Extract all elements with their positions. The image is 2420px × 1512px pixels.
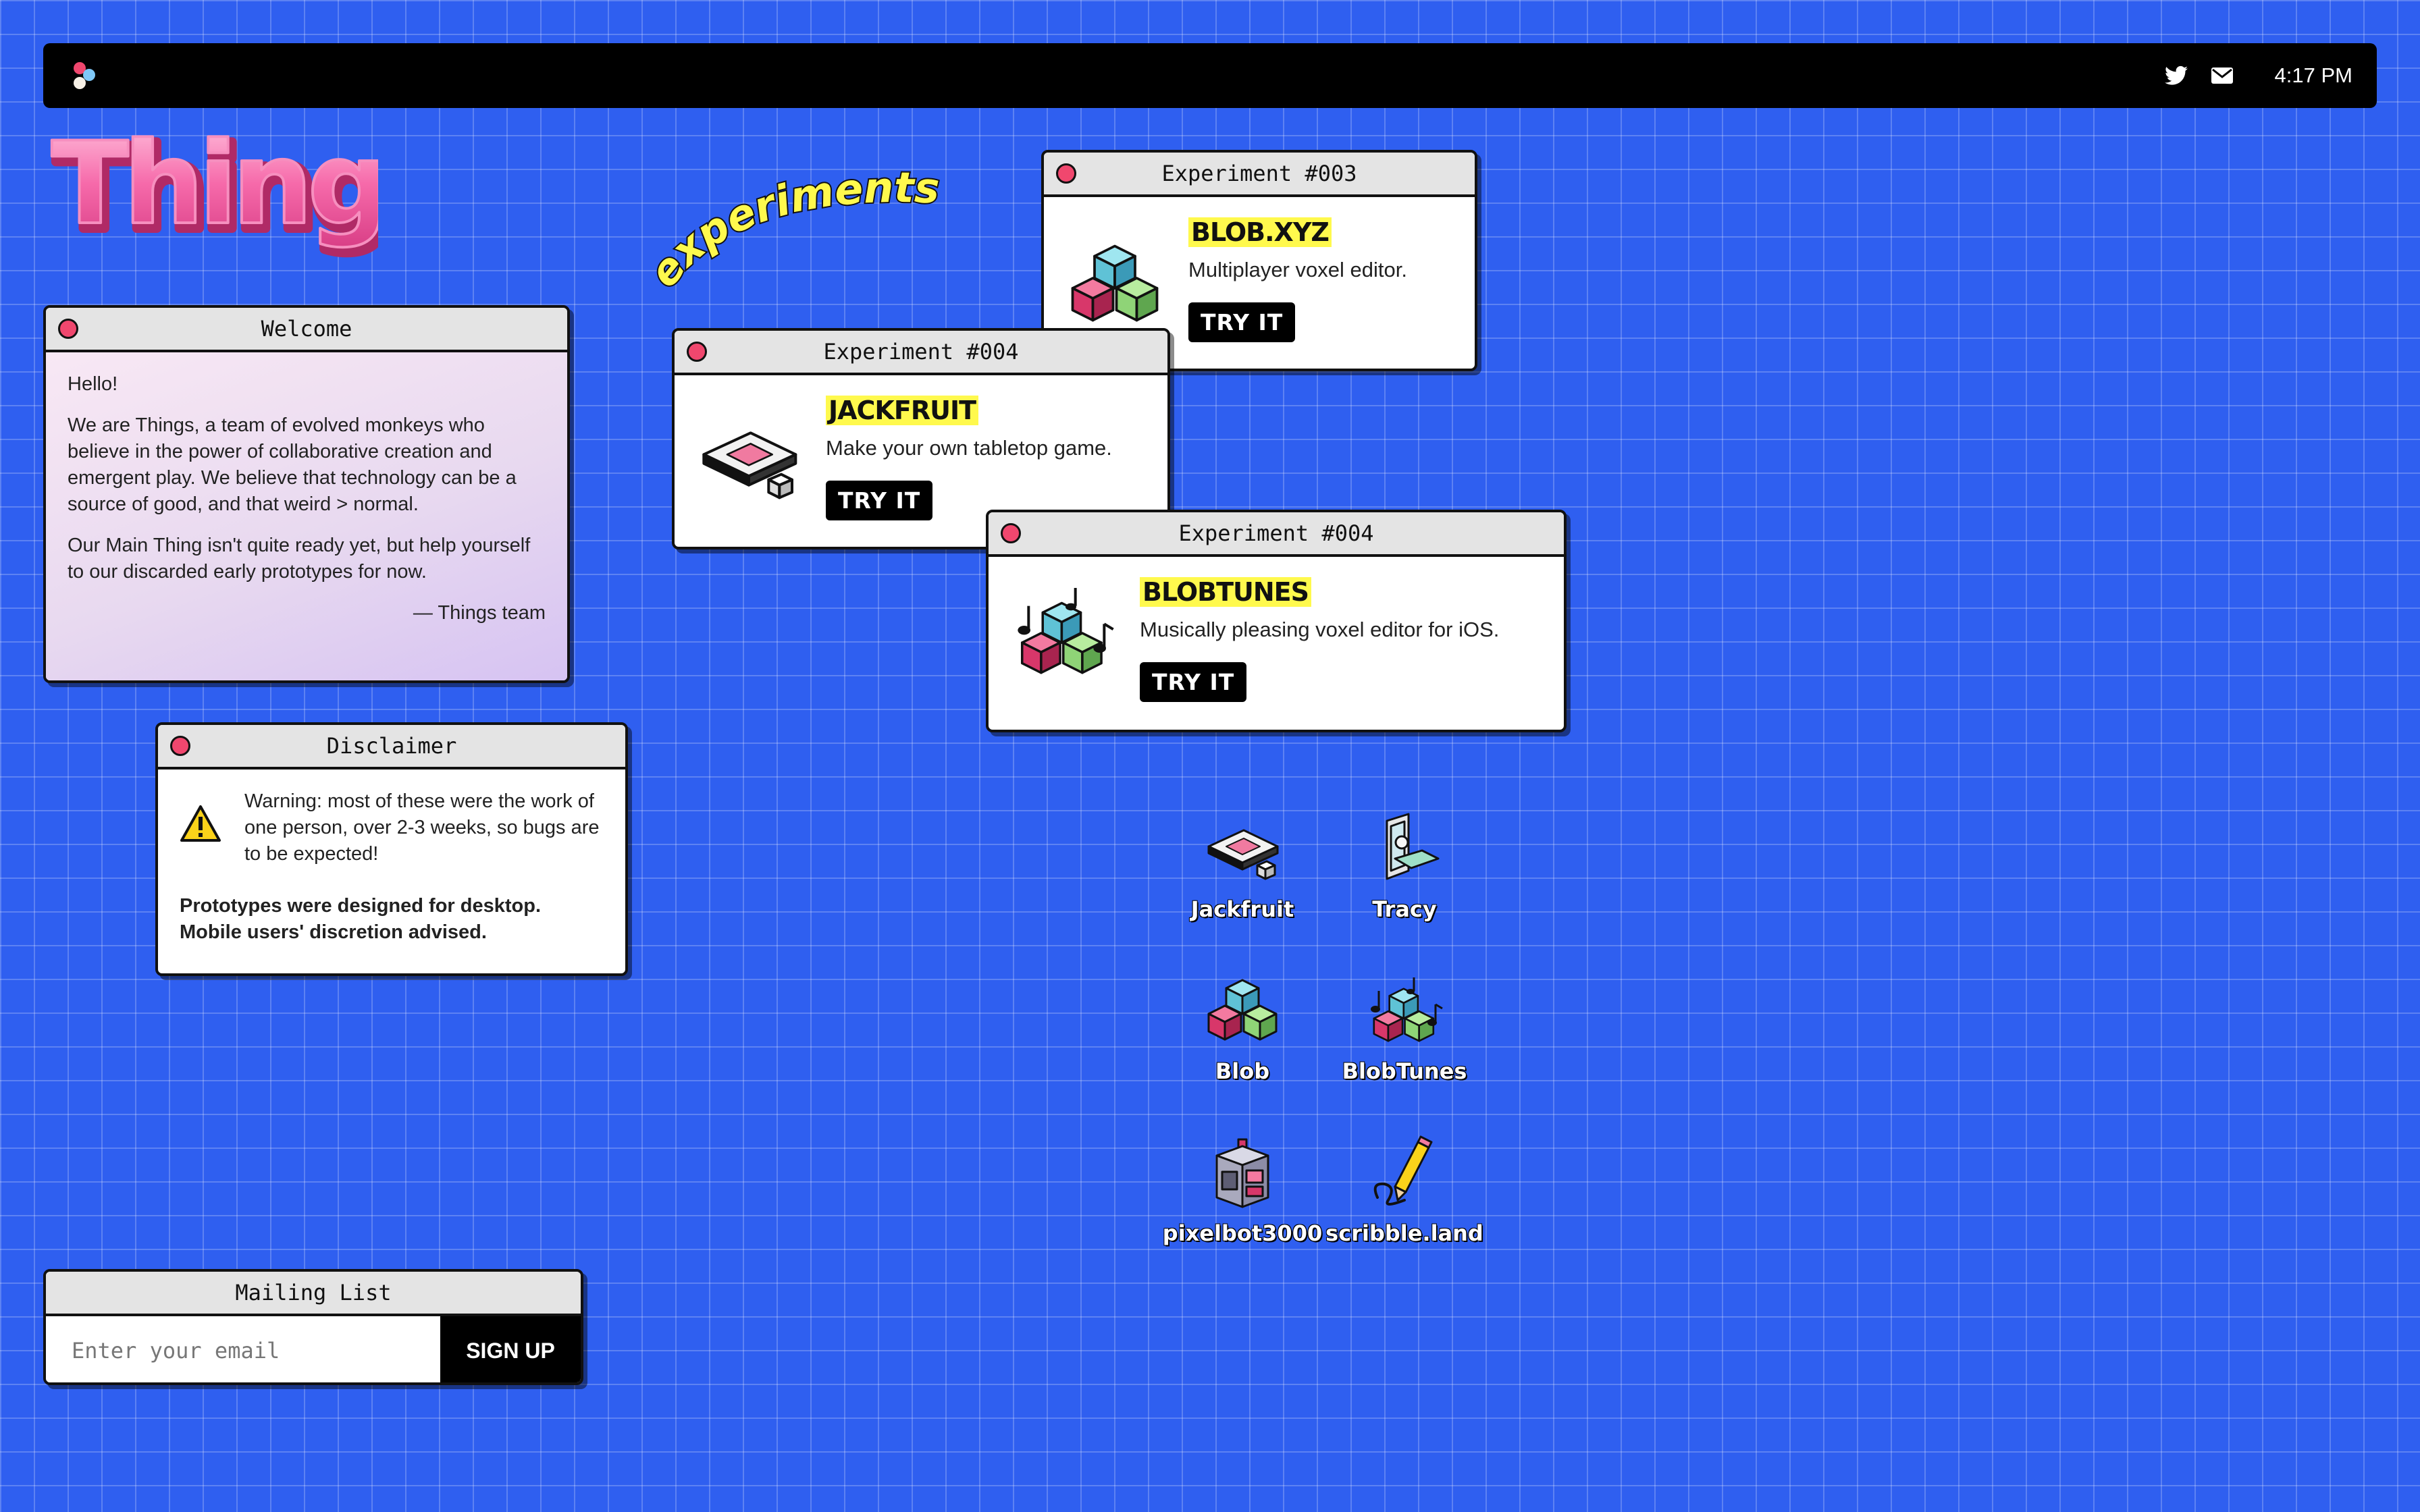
menu-bar: 4:17 PM — [43, 43, 2377, 108]
experiment-description: Multiplayer voxel editor. — [1188, 258, 1407, 281]
desktop-icon-jackfruit[interactable]: Jackfruit — [1158, 811, 1327, 922]
experiment-titlebar[interactable]: Experiment #003 — [1044, 153, 1475, 197]
desktop-icon-label: Jackfruit — [1190, 896, 1294, 922]
sign-up-button[interactable]: SIGN UP — [440, 1316, 581, 1382]
desktop-icon-pixelbot3000[interactable]: pixelbot3000 — [1158, 1135, 1327, 1246]
email-field[interactable] — [46, 1316, 440, 1382]
tabletop-board-icon — [702, 431, 797, 500]
try-it-button[interactable]: TRY IT — [1140, 662, 1247, 702]
robot-icon — [1215, 1138, 1269, 1208]
desktop-icon-label: Blob — [1215, 1058, 1270, 1084]
window-title: Mailing List — [235, 1280, 392, 1305]
experiments-heading: experiments — [648, 161, 942, 298]
welcome-window: Welcome Hello! We are Things, a team of … — [43, 305, 570, 683]
disclaimer-titlebar[interactable]: Disclaimer — [158, 725, 625, 770]
close-icon[interactable] — [1001, 523, 1021, 543]
experiment-info: BLOB.XYZ Multiplayer voxel editor. TRY I… — [1188, 216, 1407, 369]
things-logo-icon[interactable] — [66, 58, 101, 93]
voxel-cubes-icon — [1071, 244, 1159, 322]
try-it-button[interactable]: TRY IT — [826, 481, 933, 520]
things-wordmark-logo: Things Things — [50, 119, 378, 260]
close-icon[interactable] — [1056, 163, 1076, 184]
experiment-titlebar[interactable]: Experiment #004 — [675, 331, 1167, 375]
experiment-name: BLOB.XYZ — [1188, 217, 1332, 247]
desktop-icon-label: scribble.land — [1325, 1220, 1483, 1246]
experiment-name: BLOBTUNES — [1140, 577, 1311, 607]
musical-cubes-icon — [1364, 973, 1445, 1054]
tracing-frame-icon — [1386, 813, 1440, 880]
experiment-description: Make your own tabletop game. — [826, 436, 1112, 460]
clock: 4:17 PM — [2274, 63, 2352, 87]
experiment-body: BLOBTUNES Musically pleasing voxel edito… — [989, 557, 1564, 730]
warning-row: Warning: most of these were the work of … — [180, 788, 604, 867]
twitter-icon[interactable] — [2163, 62, 2190, 89]
signup-form: SIGN UP — [46, 1316, 581, 1382]
warning-icon — [180, 805, 221, 842]
mailing-titlebar[interactable]: Mailing List — [46, 1272, 581, 1316]
desktop-icon-label: BlobTunes — [1342, 1058, 1467, 1084]
close-icon[interactable] — [687, 342, 707, 362]
voxel-cubes-icon — [1207, 979, 1278, 1041]
welcome-content: Hello! We are Things, a team of evolved … — [46, 352, 567, 680]
experiment-window-blobtunes: Experiment #004 BLOBTUNES Musically plea… — [986, 510, 1567, 732]
close-icon[interactable] — [170, 736, 190, 756]
svg-text:Things: Things — [51, 119, 378, 250]
window-title: Disclaimer — [326, 733, 457, 759]
experiment-description: Musically pleasing voxel editor for iOS. — [1140, 618, 1500, 641]
musical-cubes-icon — [1009, 583, 1117, 691]
mailing-list-window: Mailing List SIGN UP — [43, 1269, 583, 1385]
desktop-icon-blobtunes[interactable]: BlobTunes — [1320, 973, 1489, 1084]
window-title: Experiment #004 — [1178, 520, 1374, 546]
experiment-info: BLOBTUNES Musically pleasing voxel edito… — [1140, 576, 1499, 730]
desktop-icon-blob[interactable]: Blob — [1158, 973, 1327, 1084]
experiment-titlebar[interactable]: Experiment #004 — [989, 512, 1564, 557]
disclaimer-content: Warning: most of these were the work of … — [158, 770, 625, 965]
welcome-paragraph: We are Things, a team of evolved monkeys… — [68, 414, 517, 515]
desktop-icon-scribble-land[interactable]: scribble.land — [1320, 1135, 1489, 1246]
tabletop-board-icon — [1207, 829, 1279, 880]
experiment-name: JACKFRUIT — [826, 396, 979, 425]
window-title: Welcome — [261, 316, 352, 342]
welcome-titlebar[interactable]: Welcome — [46, 308, 567, 352]
desktop-note: Prototypes were designed for desktop. Mo… — [180, 895, 541, 943]
desktop-icon-label: Tracy — [1372, 896, 1437, 922]
welcome-paragraph: Our Main Thing isn't quite ready yet, bu… — [68, 535, 531, 583]
welcome-signature: — Things team — [413, 602, 546, 624]
window-title: Experiment #004 — [823, 339, 1019, 364]
svg-text:experiments: experiments — [648, 163, 941, 296]
desktop-icon-tracy[interactable]: Tracy — [1320, 811, 1489, 922]
disclaimer-window: Disclaimer Warning: most of these were t… — [155, 722, 628, 976]
desktop-icon-label: pixelbot3000 — [1162, 1220, 1323, 1246]
window-title: Experiment #003 — [1161, 161, 1357, 186]
welcome-greeting: Hello! — [68, 373, 118, 395]
try-it-button[interactable]: TRY IT — [1188, 302, 1296, 342]
pencil-icon — [1373, 1135, 1433, 1206]
mail-icon[interactable] — [2209, 62, 2236, 89]
close-icon[interactable] — [58, 319, 78, 339]
warning-text: Warning: most of these were the work of … — [244, 790, 600, 865]
